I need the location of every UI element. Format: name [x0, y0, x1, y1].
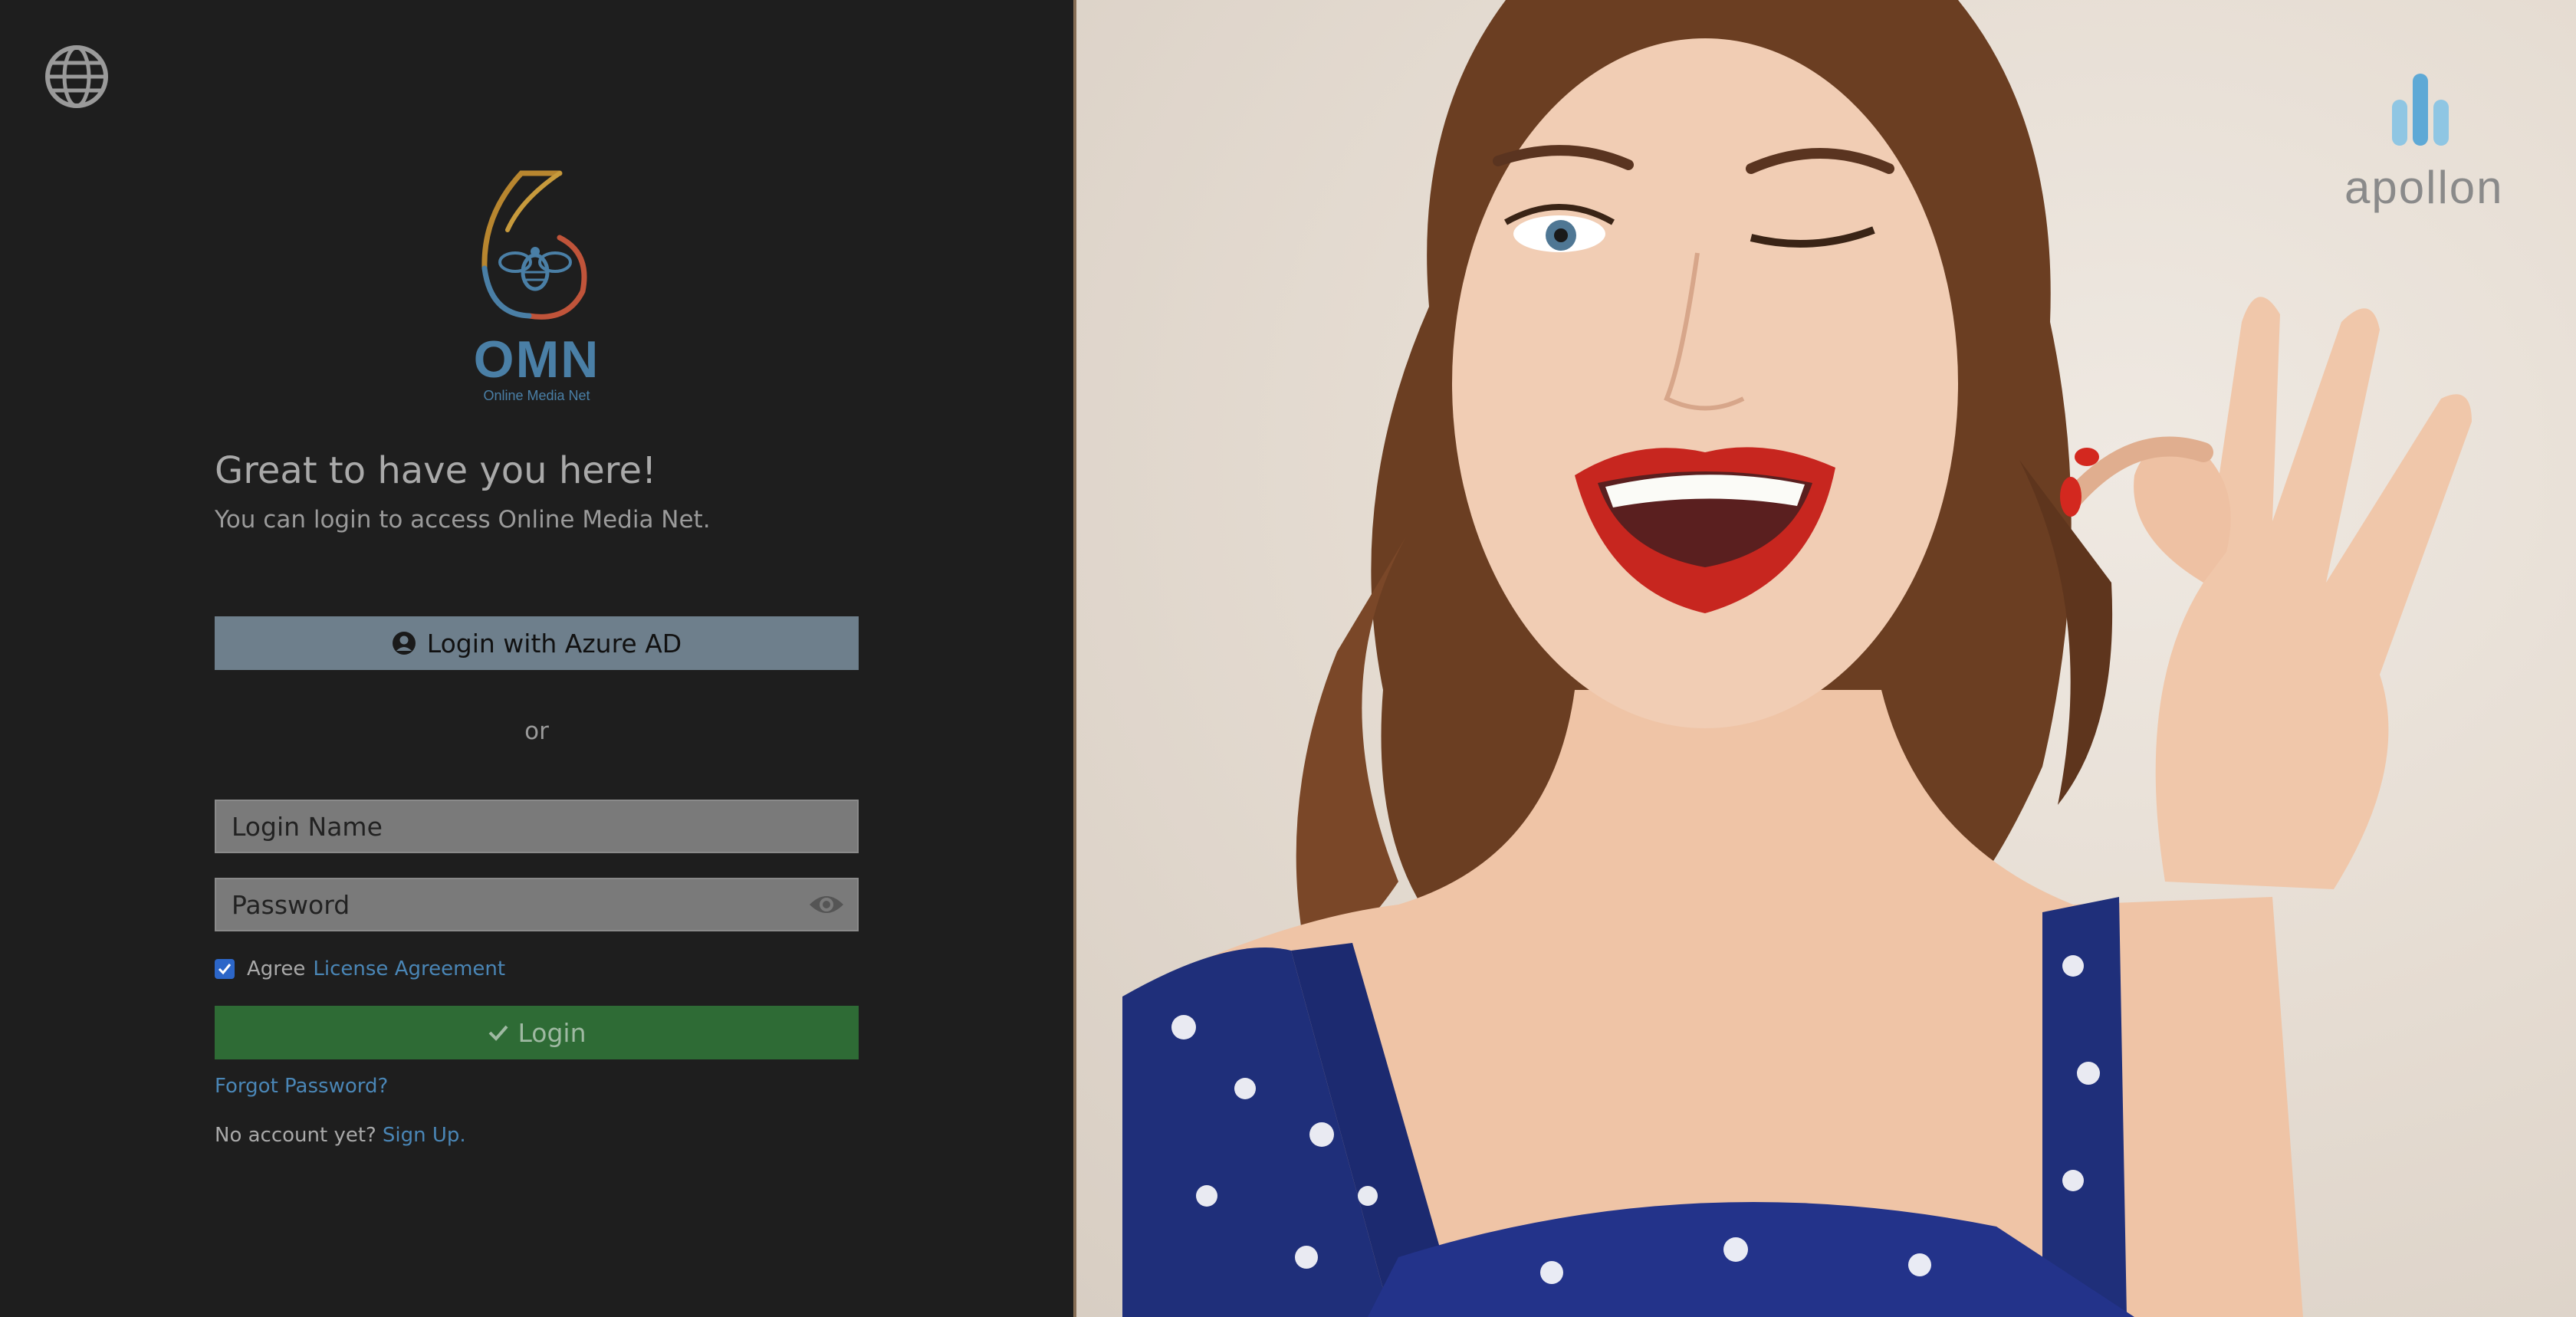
login-name-field[interactable]	[215, 800, 859, 853]
bee-six-icon	[481, 170, 587, 320]
apollon-logo-icon	[2392, 74, 2449, 146]
brand-name: OMN	[473, 330, 600, 389]
login-name-input[interactable]	[216, 801, 857, 852]
or-separator: or	[524, 718, 549, 745]
login-panel: OMN Online Media Net Great to have you h…	[0, 0, 1073, 1317]
apollon-logo-text: apollon	[2344, 162, 2504, 213]
check-icon	[489, 1025, 508, 1041]
globe-icon[interactable]	[44, 44, 109, 109]
azure-login-button[interactable]: Login with Azure AD	[215, 616, 859, 670]
eye-icon[interactable]	[808, 889, 845, 920]
signup-row: No account yet? Sign Up.	[215, 1124, 466, 1147]
welcome-subtitle: You can login to access Online Media Net…	[215, 506, 711, 534]
license-agreement-link[interactable]: License Agreement	[313, 957, 505, 980]
login-button[interactable]: Login	[215, 1006, 859, 1059]
user-circle-icon	[392, 632, 416, 655]
password-field[interactable]	[215, 878, 859, 931]
agree-label: Agree	[247, 957, 306, 980]
no-account-text: No account yet?	[215, 1124, 376, 1147]
agree-checkbox[interactable]	[215, 959, 235, 979]
omn-logo: OMN Online Media Net	[460, 169, 613, 406]
agree-row: Agree License Agreement	[215, 955, 505, 983]
checkmark-icon	[218, 964, 232, 975]
login-label: Login	[518, 1017, 586, 1048]
password-input[interactable]	[216, 879, 808, 930]
forgot-password-link[interactable]: Forgot Password?	[215, 1075, 388, 1098]
brand-subtitle: Online Media Net	[483, 388, 590, 403]
welcome-title: Great to have you here!	[215, 449, 657, 492]
signup-link[interactable]: Sign Up.	[383, 1124, 466, 1147]
azure-login-label: Login with Azure AD	[426, 628, 682, 658]
